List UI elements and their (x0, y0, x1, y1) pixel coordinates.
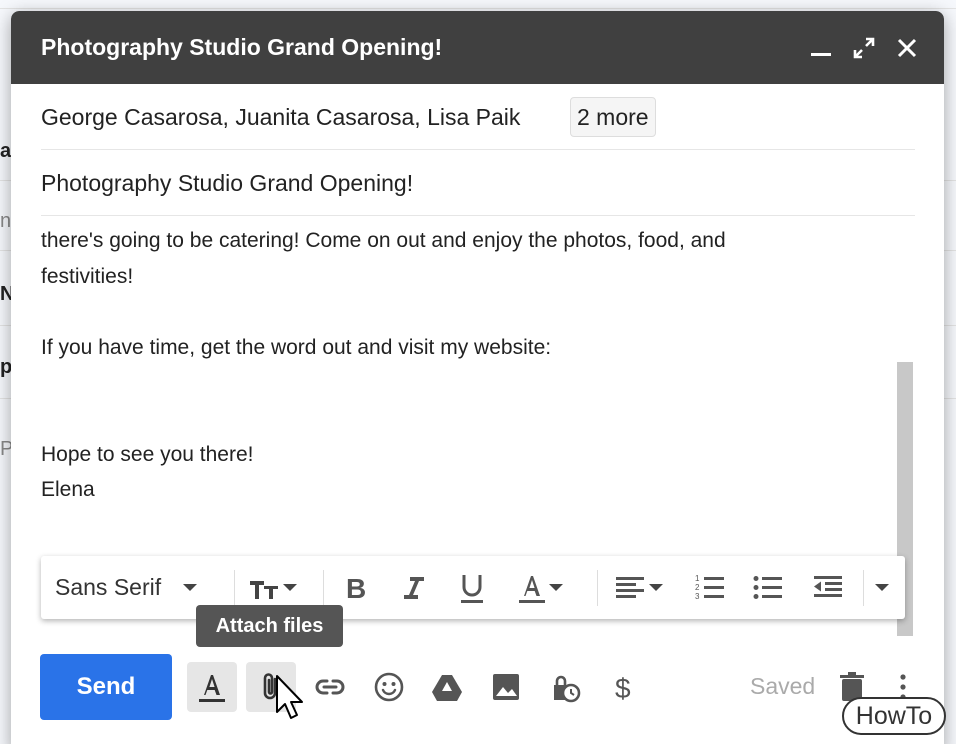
body-line: Elena (41, 478, 95, 501)
svg-text:1: 1 (695, 574, 700, 583)
text-color-icon (519, 575, 545, 603)
chevron-down-icon (183, 584, 198, 591)
indent-less-button[interactable] (811, 556, 845, 619)
svg-text:3: 3 (695, 592, 700, 601)
subject-input[interactable]: Photography Studio Grand Opening! (41, 170, 413, 197)
inbox-row-fragment[interactable]: a (0, 140, 11, 163)
more-recipients-chip[interactable]: 2 more (570, 97, 656, 137)
compose-window: Photography Studio Grand Opening! George… (11, 11, 944, 744)
body-line: If you have time, get the word out and v… (41, 336, 552, 359)
svg-text:2: 2 (695, 583, 700, 592)
font-family-select[interactable]: Sans Serif (55, 556, 198, 619)
saved-status: Saved (750, 673, 816, 699)
minimize-icon[interactable] (806, 33, 836, 63)
numbered-list-icon: 123 (695, 574, 724, 601)
toolbar-divider (234, 570, 235, 606)
body-line: Hope to see you there! (41, 443, 254, 466)
recipients-field[interactable]: George Casarosa, Juanita Casarosa, Lisa … (41, 84, 915, 150)
chevron-down-icon (283, 584, 297, 591)
more-formatting-button[interactable] (875, 556, 889, 619)
chevron-down-icon (875, 584, 889, 591)
toolbar-divider (597, 570, 598, 606)
insert-emoji-button[interactable] (364, 662, 414, 712)
dollar-icon: $ (615, 673, 631, 704)
text-color-button[interactable] (515, 556, 563, 619)
svg-text:B: B (346, 573, 366, 604)
text-format-icon (199, 675, 225, 702)
chevron-down-icon (549, 584, 563, 591)
close-icon[interactable] (892, 33, 922, 63)
svg-text:$: $ (615, 673, 631, 704)
font-family-label: Sans Serif (55, 574, 162, 600)
bold-button[interactable]: B (339, 556, 373, 619)
message-body[interactable]: there's going to be catering! Come on ou… (41, 216, 901, 596)
send-money-button[interactable]: $ (598, 662, 648, 712)
formatting-options-button[interactable] (187, 662, 237, 712)
align-left-icon (616, 576, 644, 598)
body-line: there's going to be catering! Come on ou… (41, 229, 726, 252)
toolbar-divider (863, 570, 864, 606)
compose-title: Photography Studio Grand Opening! (41, 34, 443, 60)
emoji-icon (374, 672, 404, 702)
insert-drive-button[interactable] (422, 662, 472, 712)
numbered-list-button[interactable]: 123 (693, 556, 727, 619)
chevron-down-icon (649, 584, 663, 591)
bulleted-list-button[interactable] (751, 556, 785, 619)
lock-clock-icon (554, 675, 581, 703)
bulleted-list-icon (753, 575, 782, 599)
underline-button[interactable] (455, 556, 489, 619)
subject-field[interactable]: Photography Studio Grand Opening! (41, 150, 915, 216)
insert-link-button[interactable] (305, 662, 355, 712)
expand-icon[interactable] (849, 33, 879, 63)
mouse-cursor-icon (276, 675, 303, 719)
toolbar-divider (323, 570, 324, 606)
link-icon (315, 679, 345, 695)
indent-less-icon (814, 575, 842, 597)
drive-icon (432, 675, 462, 701)
recipients-list[interactable]: George Casarosa, Juanita Casarosa, Lisa … (41, 104, 520, 131)
attach-files-tooltip: Attach files (196, 605, 343, 647)
italic-icon (404, 576, 424, 599)
howto-watermark: HowTo (842, 697, 946, 735)
photo-icon (493, 674, 519, 700)
inbox-divider (0, 8, 956, 9)
bold-icon: B (346, 573, 366, 604)
text-size-icon (250, 580, 278, 599)
send-button[interactable]: Send (40, 654, 172, 720)
confidential-mode-button[interactable] (540, 662, 590, 712)
underline-icon (461, 574, 483, 603)
italic-button[interactable] (397, 556, 431, 619)
align-button[interactable] (613, 556, 663, 619)
inbox-row-fragment[interactable]: n (0, 210, 11, 233)
body-line: festivities! (41, 265, 134, 288)
formatting-toolbar: Sans Serif B 123 (41, 556, 905, 619)
insert-photo-button[interactable] (481, 662, 531, 712)
compose-titlebar[interactable]: Photography Studio Grand Opening! (11, 11, 944, 84)
